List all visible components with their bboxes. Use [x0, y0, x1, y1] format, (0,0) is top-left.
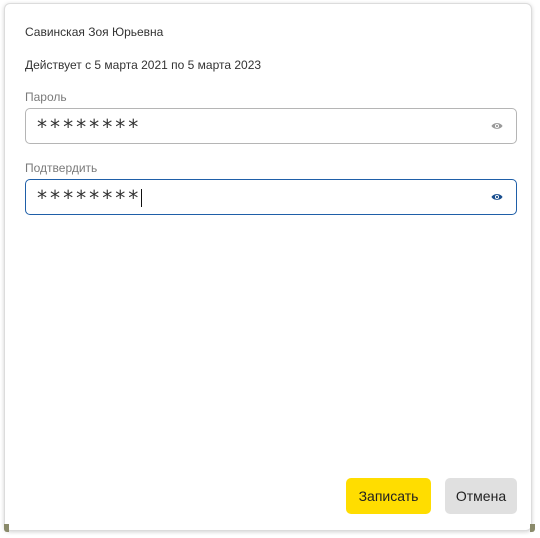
eye-icon[interactable]: [491, 121, 503, 131]
owner-name: Савинская Зоя Юрьевна: [25, 25, 164, 39]
window-corner: [530, 524, 535, 532]
eye-icon[interactable]: [491, 192, 503, 202]
text-caret: [141, 189, 143, 207]
confirm-password-field[interactable]: ********: [25, 179, 517, 215]
window-corner: [4, 524, 9, 532]
password-value: ********: [36, 115, 141, 139]
password-label: Пароль: [25, 90, 67, 104]
password-field[interactable]: ********: [25, 108, 517, 144]
validity-period: Действует с 5 марта 2021 по 5 марта 2023: [25, 58, 262, 72]
confirm-label: Подтвердить: [25, 161, 98, 175]
password-dialog: Савинская Зоя Юрьевна Действует с 5 март…: [4, 3, 532, 531]
confirm-value-wrap: ********: [36, 186, 143, 210]
save-button[interactable]: Записать: [346, 478, 431, 514]
confirm-password-value: ********: [36, 186, 141, 210]
cancel-button[interactable]: Отмена: [445, 478, 517, 514]
